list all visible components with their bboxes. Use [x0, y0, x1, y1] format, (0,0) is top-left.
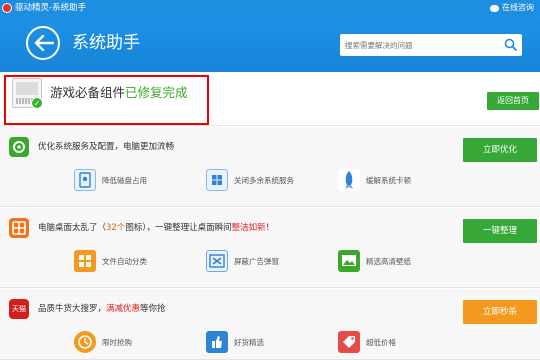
check-icon: ✓ [31, 97, 43, 109]
feature-item[interactable]: 好货精选 [206, 328, 264, 356]
tmall-icon: 天猫 [9, 299, 29, 319]
desktop-title-a: 电脑桌面太乱了（ [38, 223, 107, 233]
feature-label: 超低价格 [366, 337, 396, 347]
feature-label: 好货精选 [234, 337, 264, 347]
title-bar: 驱动精灵-系统助手 在线咨询 [0, 0, 540, 16]
thumbs-up-icon [206, 331, 228, 353]
repair-status-bar: ✓ 游戏必备组件已修复完成 返回首页 [0, 72, 540, 126]
page-title: 系统助手 [72, 33, 140, 53]
feature-label: 限时抢购 [102, 337, 132, 347]
rocket-icon [338, 169, 360, 191]
search-box [340, 34, 522, 56]
feature-item[interactable]: 限时抢购 [74, 328, 132, 356]
icon-count: 32个 [106, 223, 126, 233]
status-prefix: 游戏必备组件 [50, 85, 126, 100]
feature-label: 关闭多余系统服务 [234, 175, 294, 185]
feature-item[interactable]: 超低价格 [338, 328, 396, 356]
search-input[interactable] [345, 37, 495, 53]
flash-sale-button[interactable]: 立即秒杀 [463, 300, 537, 324]
desktop-title-b: 图标），一键整理让桌面瞬间 [125, 223, 232, 233]
optimize-section: 优化系统服务及配置，电脑更加流畅 立即优化 降低磁盘占用 关闭多余系统服务 缓解… [0, 127, 540, 207]
wallpaper-icon [338, 250, 360, 272]
consult-label: 在线咨询 [502, 3, 534, 12]
arrow-left-icon [34, 35, 54, 51]
feature-label: 精选高清壁纸 [366, 256, 411, 266]
online-consult-link[interactable]: 在线咨询 [490, 2, 534, 14]
shield-gear-icon [9, 137, 29, 157]
feature-item[interactable]: 精选高清壁纸 [338, 247, 411, 275]
desktop-grid-icon [9, 218, 29, 238]
feature-item[interactable]: 屏蔽广告弹窗 [206, 247, 279, 275]
window-title: 驱动精灵-系统助手 [15, 3, 87, 13]
search-icon[interactable] [504, 38, 517, 51]
optimize-title: 优化系统服务及配置，电脑更加流畅 [38, 142, 175, 152]
shopping-title: 品质牛货大搜罗，满减优惠等你抢 [38, 302, 166, 316]
one-click-organize-button[interactable]: 一键整理 [463, 219, 537, 243]
feature-label: 文件自动分类 [102, 256, 147, 266]
shopping-section: 天猫 品质牛货大搜罗，满减优惠等你抢 立即秒杀 限时抢购 好货精选 超低价格 [0, 289, 540, 360]
feature-label: 屏蔽广告弹窗 [234, 256, 279, 266]
price-tag-icon [338, 331, 360, 353]
desktop-title-highlight: 整洁如新 [231, 223, 266, 233]
desktop-title: 电脑桌面太乱了（32个图标），一键整理让桌面瞬间整洁如新！ [38, 221, 274, 235]
feature-item[interactable]: 降低磁盘占用 [74, 166, 147, 194]
desktop-title-c: ！ [265, 223, 275, 233]
feature-item[interactable]: 缓解系统卡顿 [338, 166, 411, 194]
clock-icon [74, 331, 96, 353]
repair-status-text: 游戏必备组件已修复完成 [50, 84, 188, 102]
header: 系统助手 [0, 16, 540, 72]
optimize-now-button[interactable]: 立即优化 [463, 138, 537, 162]
shopping-title-a: 品质牛货大搜罗， [38, 304, 107, 314]
status-result: 已修复完成 [125, 85, 188, 100]
shopping-title-b: 等你抢 [140, 304, 166, 314]
grid-icon [74, 250, 96, 272]
feature-item[interactable]: 文件自动分类 [74, 247, 147, 275]
desktop-section: 电脑桌面太乱了（32个图标），一键整理让桌面瞬间整洁如新！ 一键整理 文件自动分… [0, 208, 540, 288]
feature-label: 降低磁盘占用 [102, 175, 147, 185]
feature-item[interactable]: 关闭多余系统服务 [206, 166, 294, 194]
windows-icon [206, 169, 228, 191]
shopping-title-highlight: 满减优惠 [106, 304, 141, 314]
chat-icon [490, 4, 499, 12]
return-home-button[interactable]: 返回首页 [487, 92, 539, 110]
app-logo-icon [2, 3, 12, 13]
back-button[interactable] [26, 26, 60, 60]
disk-icon [74, 169, 96, 191]
feature-label: 缓解系统卡顿 [366, 175, 411, 185]
block-popup-icon [206, 250, 228, 272]
